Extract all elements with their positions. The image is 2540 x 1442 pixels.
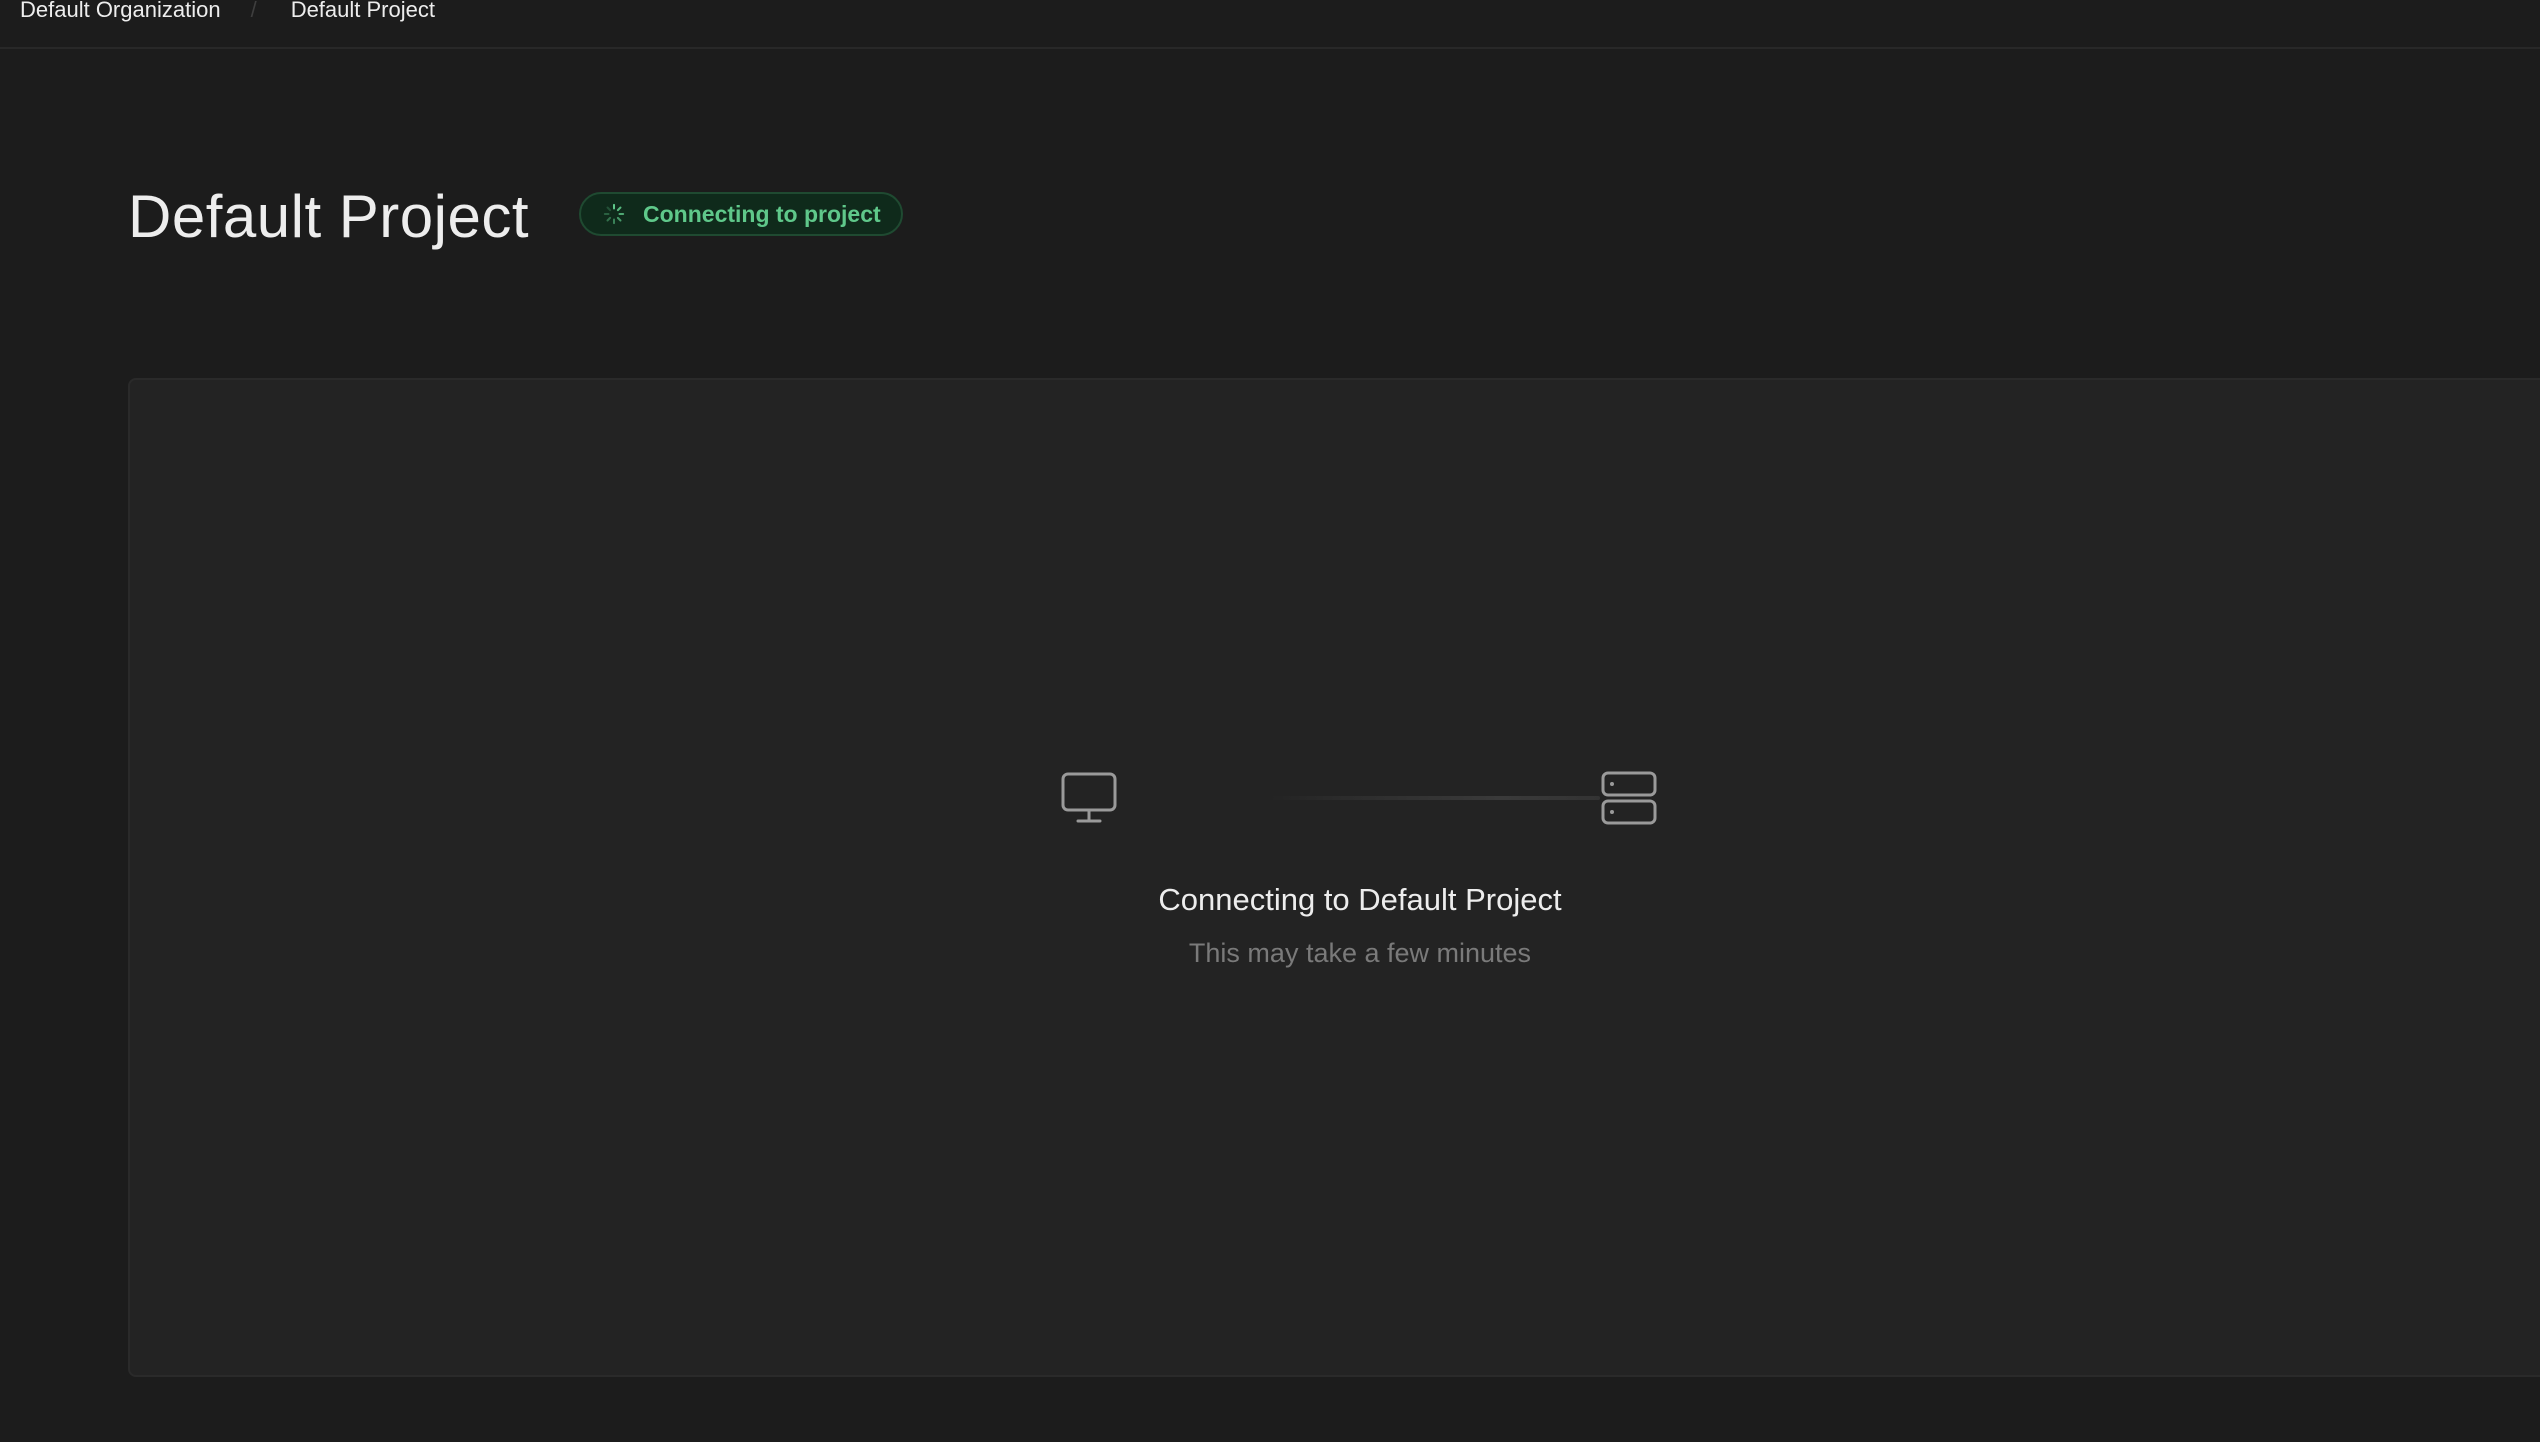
breadcrumb-project[interactable]: Default Project: [291, 0, 435, 23]
spinner-icon: [603, 203, 625, 225]
status-badge-label: Connecting to project: [643, 200, 881, 227]
monitor-icon: [1061, 772, 1117, 823]
top-bar: Default Organization / Default Project: [0, 0, 2540, 49]
breadcrumb: Default Organization / Default Project: [20, 0, 435, 22]
server-icon: [1601, 771, 1657, 825]
connection-title: Connecting to Default Project: [1158, 882, 1562, 917]
connection-subtitle: This may take a few minutes: [1188, 938, 1532, 968]
page-header: Default Project Connecting to project: [128, 176, 903, 256]
page-title: Default Project: [128, 182, 530, 250]
breadcrumb-organization[interactable]: Default Organization: [20, 0, 221, 23]
connection-progress-line: [1270, 796, 1600, 800]
connection-panel: [128, 378, 2540, 1377]
status-badge: Connecting to project: [579, 192, 903, 236]
breadcrumb-separator: /: [250, 0, 257, 22]
connection-visual: [1060, 770, 1660, 826]
